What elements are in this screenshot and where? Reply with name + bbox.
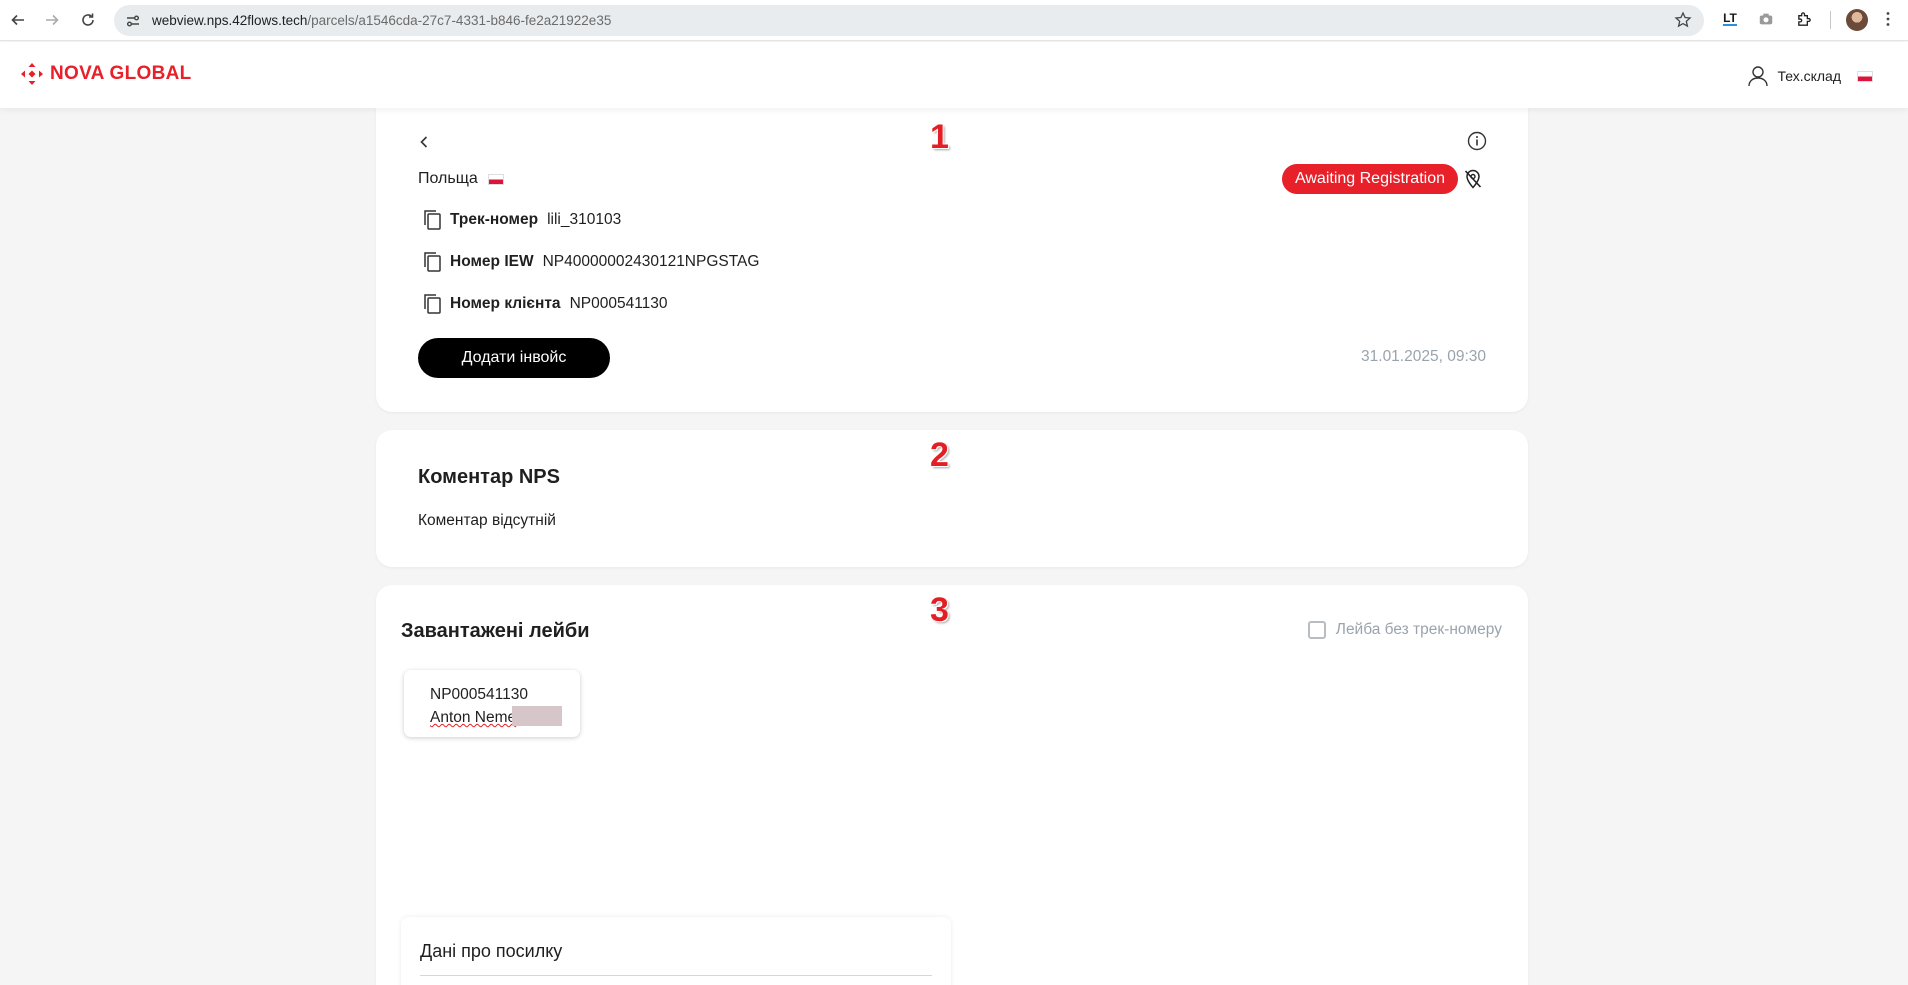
divider xyxy=(420,975,932,976)
profile-avatar[interactable] xyxy=(1846,9,1868,31)
label-without-tracking-checkbox[interactable]: Лейба без трек-номеру xyxy=(1307,621,1502,639)
translate-extension-icon[interactable]: LT xyxy=(1720,9,1740,29)
copy-icon[interactable] xyxy=(422,292,444,316)
user-menu[interactable]: Тех.склад xyxy=(1747,64,1873,88)
parcel-summary-card: 1 Польща Awaiting Registration Трек-номе… xyxy=(376,90,1528,412)
client-number-value: NP000541130 xyxy=(569,295,668,312)
address-bar[interactable]: webview.nps.42flows.tech/parcels/a1546cd… xyxy=(114,5,1704,36)
logo-text: NOVA GLOBAL xyxy=(50,63,192,84)
app-header: NOVA GLOBAL Тех.склад xyxy=(0,42,1908,108)
tracking-number-label: Трек-номер xyxy=(450,211,539,228)
copy-icon[interactable] xyxy=(422,250,444,274)
label-recipient: Anton Neme xyxy=(430,706,580,729)
nova-logo-icon xyxy=(21,63,43,85)
chevron-left-icon[interactable] xyxy=(414,132,434,152)
label-number: NP000541130 xyxy=(430,686,528,703)
checkbox-label: Лейба без трек-номеру xyxy=(1335,621,1502,638)
comment-title: Коментар NPS xyxy=(418,466,560,488)
redacted-patch xyxy=(512,706,563,726)
poland-flag-icon xyxy=(487,173,504,185)
add-invoice-button[interactable]: Додати інвойс xyxy=(418,338,610,378)
menu-kebab-icon[interactable] xyxy=(1878,9,1898,29)
camera-icon[interactable] xyxy=(1756,9,1776,29)
poland-flag-icon[interactable] xyxy=(1857,70,1873,82)
user-icon xyxy=(1748,66,1769,87)
info-icon[interactable] xyxy=(1466,130,1488,152)
nps-comment-card: 2 Коментар NPS Коментар відсутній xyxy=(376,430,1528,567)
site-settings-icon[interactable] xyxy=(124,12,142,30)
annotation-number: 3 xyxy=(930,591,949,629)
reload-icon[interactable] xyxy=(76,8,100,32)
uploaded-labels-card: 3 Завантажені лейби Лейба без трек-номер… xyxy=(376,585,1528,985)
bookmark-star-icon[interactable] xyxy=(1674,11,1692,29)
iew-number-value: NP40000002430121NPGSTAG xyxy=(542,253,760,270)
extensions-puzzle-icon[interactable] xyxy=(1794,9,1814,29)
parcel-data-title: Дані про посилку xyxy=(420,941,563,961)
browser-toolbar: webview.nps.42flows.tech/parcels/a1546cd… xyxy=(0,0,1908,41)
logo[interactable]: NOVA GLOBAL xyxy=(20,62,192,86)
annotation-number: 2 xyxy=(930,436,949,474)
copy-icon[interactable] xyxy=(422,208,444,232)
tracking-number-row: Трек-номер lili_310103 xyxy=(422,208,621,232)
iew-number-row: Номер IEW NP40000002430121NPGSTAG xyxy=(422,250,759,274)
status-badge: Awaiting Registration xyxy=(1281,164,1458,194)
country-name: Польща xyxy=(418,170,478,187)
back-icon[interactable] xyxy=(6,8,30,32)
created-date: 31.01.2025, 09:30 xyxy=(1361,348,1486,365)
location-off-icon[interactable] xyxy=(1462,168,1484,190)
parcel-data-panel: Дані про посилку xyxy=(401,917,951,985)
client-number-row: Номер клієнта NP000541130 xyxy=(422,292,668,316)
tracking-number-value: lili_310103 xyxy=(547,211,622,228)
annotation-number: 1 xyxy=(930,118,949,156)
country: Польща xyxy=(418,170,504,188)
label-item[interactable]: NP000541130 Anton Neme xyxy=(404,670,580,737)
toolbar-divider xyxy=(1830,11,1831,29)
checkbox-box[interactable] xyxy=(1307,621,1326,639)
iew-number-label: Номер IEW xyxy=(450,253,534,270)
user-name: Тех.склад xyxy=(1777,68,1841,84)
comment-text: Коментар відсутній xyxy=(418,512,556,529)
client-number-label: Номер клієнта xyxy=(450,295,561,312)
labels-title: Завантажені лейби xyxy=(401,620,590,642)
url-text: webview.nps.42flows.tech/parcels/a1546cd… xyxy=(152,13,612,28)
forward-icon[interactable] xyxy=(40,8,64,32)
